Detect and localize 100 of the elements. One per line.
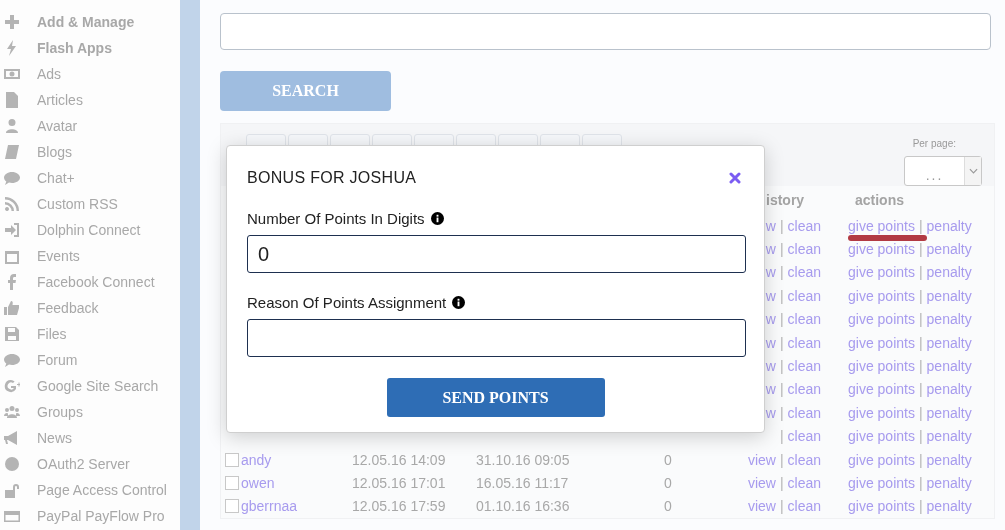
sidebar-item[interactable]: Ads: [37, 66, 62, 82]
view-link[interactable]: w: [765, 334, 776, 351]
penalty-link[interactable]: penalty: [926, 498, 972, 515]
clean-link[interactable]: clean: [787, 264, 821, 281]
give-points-link[interactable]: give points: [848, 264, 915, 281]
penalty-link[interactable]: penalty: [926, 217, 972, 234]
table-cell: 12.05.16 17:59: [352, 498, 446, 515]
penalty-link[interactable]: penalty: [926, 287, 972, 304]
give-points-link[interactable]: give points: [848, 287, 915, 304]
give-points-link[interactable]: give points: [848, 475, 915, 491]
sidebar-item[interactable]: Add & Manage: [37, 14, 135, 30]
chat-icon: [4, 170, 20, 186]
separator: |: [779, 241, 784, 258]
view-link[interactable]: w: [765, 381, 776, 398]
username-link[interactable]: gberrnaa: [241, 498, 298, 515]
row-checkbox[interactable]: [225, 452, 239, 467]
give-points-link[interactable]: give points: [848, 217, 915, 234]
clean-link[interactable]: clean: [787, 287, 821, 304]
separator: |: [779, 287, 784, 304]
username-link[interactable]: owen: [241, 475, 275, 491]
give-points-link[interactable]: give points: [848, 381, 915, 398]
sidebar-item[interactable]: PayPal PayFlow Pro: [37, 508, 165, 524]
penalty-link[interactable]: penalty: [926, 451, 972, 468]
view-link[interactable]: view: [747, 451, 776, 468]
clean-link[interactable]: clean: [787, 217, 821, 234]
sidebar-item[interactable]: Flash Apps: [37, 40, 112, 56]
sidebar-item[interactable]: Chat+: [37, 170, 75, 186]
clean-link[interactable]: clean: [787, 311, 821, 328]
filter-field[interactable]: [220, 13, 991, 50]
sidebar-item[interactable]: Dolphin Connect: [37, 222, 141, 238]
sidebar-item[interactable]: Groups: [37, 404, 83, 420]
sidebar-item[interactable]: Google Site Search: [37, 378, 159, 394]
close-icon[interactable]: [729, 172, 741, 184]
give-points-link[interactable]: give points: [848, 334, 915, 351]
view-link[interactable]: view: [747, 498, 776, 515]
sidebar-item[interactable]: Feedback: [37, 300, 99, 316]
sidebar-item[interactable]: News: [37, 430, 72, 446]
sidebar-item[interactable]: Blogs: [37, 144, 73, 160]
sidebar-item[interactable]: Forum: [37, 352, 78, 368]
sidebar-item[interactable]: Custom RSS: [37, 196, 118, 212]
sidebar-item[interactable]: Articles: [37, 92, 83, 108]
clean-link[interactable]: clean: [787, 381, 821, 398]
row-checkbox[interactable]: [225, 499, 239, 514]
penalty-link[interactable]: penalty: [926, 428, 972, 445]
view-link[interactable]: view: [747, 475, 776, 491]
penalty-link[interactable]: penalty: [926, 334, 972, 351]
view-link[interactable]: w: [765, 287, 776, 304]
chat-icon: [4, 352, 20, 368]
column-header: actions: [854, 192, 905, 208]
points-field[interactable]: 0: [247, 235, 746, 273]
view-link[interactable]: w: [765, 404, 776, 421]
view-link[interactable]: w: [765, 358, 776, 375]
sidebar-item[interactable]: Page Access Control: [37, 482, 167, 498]
give-points-link[interactable]: give points: [848, 428, 915, 445]
clean-link[interactable]: clean: [787, 334, 821, 351]
penalty-link[interactable]: penalty: [926, 404, 972, 421]
send-points-button[interactable]: SEND POINTS: [386, 378, 605, 417]
sidebar-item[interactable]: Files: [37, 326, 67, 342]
sidebar-item[interactable]: Events: [37, 248, 80, 264]
per-page-select[interactable]: ...: [904, 156, 982, 186]
reason-field[interactable]: [247, 319, 746, 357]
give-points-link[interactable]: give points: [848, 311, 915, 328]
field-label: Reason Of Points Assignment: [247, 293, 447, 311]
clean-link[interactable]: clean: [787, 451, 821, 468]
give-points-link[interactable]: give points: [848, 404, 915, 421]
separator: |: [918, 241, 923, 258]
table-cell: 12.05.16 14:09: [352, 451, 446, 468]
clean-link[interactable]: clean: [787, 498, 821, 515]
give-points-link[interactable]: give points: [848, 358, 915, 375]
view-link[interactable]: w: [765, 217, 776, 234]
clean-link[interactable]: clean: [787, 404, 821, 421]
view-link[interactable]: w: [765, 311, 776, 328]
separator: |: [779, 381, 784, 398]
give-points-link[interactable]: give points: [848, 451, 915, 468]
username-link[interactable]: andy: [241, 451, 272, 468]
penalty-link[interactable]: penalty: [926, 358, 972, 375]
field-label: Number Of Points In Digits: [247, 209, 425, 227]
separator: |: [918, 334, 923, 351]
row-checkbox[interactable]: [225, 476, 239, 490]
separator: |: [918, 404, 923, 421]
clean-link[interactable]: clean: [787, 428, 821, 445]
clean-link[interactable]: clean: [787, 241, 821, 258]
sidebar-item[interactable]: Avatar: [37, 118, 78, 134]
separator: |: [918, 475, 923, 491]
penalty-link[interactable]: penalty: [926, 475, 972, 491]
give-points-link[interactable]: give points: [848, 498, 915, 515]
view-link[interactable]: w: [765, 264, 776, 281]
penalty-link[interactable]: penalty: [926, 381, 972, 398]
penalty-link[interactable]: penalty: [926, 241, 972, 258]
search-button[interactable]: SEARCH: [220, 71, 391, 111]
give-points-link[interactable]: give points: [848, 241, 915, 258]
sidebar-item[interactable]: OAuth2 Server: [37, 456, 130, 472]
credit-card-icon: [4, 508, 20, 524]
column-header: istory: [765, 192, 806, 208]
sidebar-item[interactable]: Facebook Connect: [37, 274, 155, 290]
clean-link[interactable]: clean: [787, 358, 821, 375]
penalty-link[interactable]: penalty: [926, 311, 972, 328]
clean-link[interactable]: clean: [787, 475, 821, 491]
penalty-link[interactable]: penalty: [926, 264, 972, 281]
view-link[interactable]: w: [765, 241, 776, 258]
